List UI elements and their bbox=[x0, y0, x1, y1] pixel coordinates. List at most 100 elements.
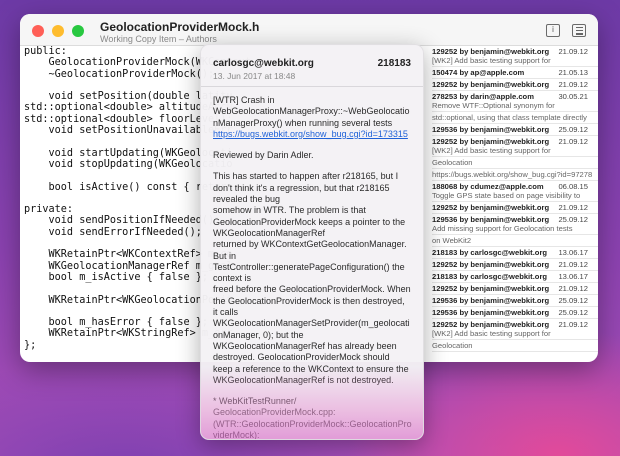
minimize-window-button[interactable] bbox=[52, 25, 64, 37]
log-entry-date: 13.06.17 bbox=[558, 272, 588, 281]
log-entry-message: [WK2] Add basic testing support for bbox=[432, 56, 551, 65]
log-entry-author: 129252 by benjamin@webkit.org bbox=[432, 284, 550, 293]
log-entry-author: 188068 by cdumez@apple.com bbox=[432, 182, 544, 191]
commit-message-line: [WTR] Crash in bbox=[213, 95, 275, 105]
commit-message: [WTR] Crash in WebGeolocationManagerProxy… bbox=[213, 95, 415, 439]
log-entry[interactable]: 129252 by benjamin@webkit.org 21.09.12 [WK… bbox=[432, 46, 598, 67]
commit-message-line: don't think it's a regression, but that … bbox=[213, 182, 390, 193]
log-entry-message: Toggle GPS state based on page visibilit… bbox=[432, 191, 581, 200]
commit-message-line: GeolocationProviderMock.cpp: bbox=[213, 407, 336, 418]
log-entry[interactable]: 129536 by benjamin@webkit.org 25.09.12 bbox=[432, 307, 598, 319]
log-entry[interactable]: 129536 by benjamin@webkit.org 25.09.12 Add… bbox=[432, 214, 598, 235]
log-entry-author: 278253 by darin@apple.com bbox=[432, 92, 534, 101]
maximize-window-button[interactable] bbox=[72, 25, 84, 37]
commit-message-line: * WebKitTestRunner/ bbox=[213, 396, 297, 407]
commit-message-line: it calls bbox=[213, 307, 239, 318]
log-entry-message: Geolocation bbox=[432, 341, 473, 350]
commit-message-line: WKGeolocationManagerRef has already been bbox=[213, 340, 397, 351]
commit-message-line: WKGeolocationManagerSetProvider(m_geoloc… bbox=[213, 318, 410, 329]
log-entry-author: 129252 by benjamin@webkit.org bbox=[432, 80, 550, 89]
log-entry[interactable]: 129252 by benjamin@webkit.org 21.09.12 bbox=[432, 79, 598, 91]
revision-number: 218183 bbox=[377, 58, 411, 69]
window-title: GeolocationProviderMock.h bbox=[100, 20, 260, 34]
log-entry[interactable]: 129252 by benjamin@webkit.org 21.09.12 bbox=[432, 283, 598, 295]
log-entry-date: 21.05.13 bbox=[558, 68, 588, 77]
log-entry[interactable]: https://bugs.webkit.org/show_bug.cgi?id=… bbox=[432, 169, 598, 181]
log-entry[interactable]: 129252 by benjamin@webkit.org 21.09.12 bbox=[432, 202, 598, 214]
log-entry-date: 21.09.12 bbox=[558, 80, 588, 89]
log-entry-date: 06.08.15 bbox=[558, 182, 588, 191]
log-entry[interactable]: 218183 by carlosgc@webkit.org 13.06.17 bbox=[432, 271, 598, 283]
log-entry-message: std::optional, using that class template… bbox=[432, 113, 587, 122]
commit-message-line: https://bugs.webkit.org/show_bug.cgi?id=… bbox=[213, 129, 415, 140]
commit-message-line: But in bbox=[213, 250, 237, 261]
commit-message-line: WKGeolocationManagerRef bbox=[213, 227, 326, 238]
log-entry[interactable]: 150474 by ap@apple.com 21.05.13 bbox=[432, 67, 598, 79]
list-icon[interactable] bbox=[572, 24, 586, 37]
log-entry-date: 21.09.12 bbox=[558, 47, 588, 56]
commit-message-line: WebGeolocationManagerProxy::~WebGeolocat… bbox=[213, 106, 410, 117]
log-entry-message: [WK2] Add basic testing support for bbox=[432, 329, 551, 338]
bug-link[interactable]: https://bugs.webkit.org/show_bug.cgi?id=… bbox=[213, 129, 408, 139]
log-entry-date: 21.09.12 bbox=[558, 203, 588, 212]
commit-message-line: destroyed. GeolocationProviderMock shoul… bbox=[213, 352, 390, 363]
commit-message-line: (WTR::GeolocationProviderMock::Geolocati… bbox=[213, 418, 412, 429]
log-entry[interactable]: on WebKit2 bbox=[432, 235, 598, 247]
log-entry-date: 25.09.12 bbox=[558, 296, 588, 305]
log-entry[interactable]: Geolocation bbox=[432, 340, 598, 352]
log-entry[interactable]: 188068 by cdumez@apple.com 06.08.15 Toggle… bbox=[432, 181, 598, 202]
commit-date: 13. Jun 2017 at 18:48 bbox=[213, 71, 296, 81]
commit-message-line: freed before the GeolocationProviderMock… bbox=[213, 284, 411, 295]
log-entry-author: 129252 by benjamin@webkit.org bbox=[432, 320, 550, 329]
title-bar: GeolocationProviderMock.h Working Copy I… bbox=[20, 14, 598, 46]
log-entry[interactable]: 129252 by benjamin@webkit.org 21.09.12 bbox=[432, 259, 598, 271]
log-entry-author: 218183 by carlosgc@webkit.org bbox=[432, 248, 548, 257]
info-icon[interactable]: i bbox=[546, 24, 560, 37]
commit-message-line: GeolocationProviderMock keeps a pointer … bbox=[213, 216, 406, 227]
log-entry-date: 25.09.12 bbox=[558, 215, 588, 224]
author-email: carlosgc@webkit.org bbox=[213, 58, 314, 69]
popover-header: carlosgc@webkit.org 218183 13. Jun 2017 … bbox=[201, 45, 423, 87]
log-entry[interactable]: 218183 by carlosgc@webkit.org 13.06.17 bbox=[432, 247, 598, 259]
commit-message-line: context is bbox=[213, 273, 252, 284]
log-entry[interactable]: 129536 by benjamin@webkit.org 25.09.12 bbox=[432, 124, 598, 136]
log-entry-message: Add missing support for Geolocation test… bbox=[432, 224, 573, 233]
log-entry[interactable]: Geolocation bbox=[432, 157, 598, 169]
log-entry-message: on WebKit2 bbox=[432, 236, 472, 245]
log-entry-message: Geolocation bbox=[432, 158, 473, 167]
log-entry-author: 218183 by carlosgc@webkit.org bbox=[432, 272, 548, 281]
log-entry-date: 21.09.12 bbox=[558, 284, 588, 293]
log-entry-message: Remove WTF::Optional synonym for bbox=[432, 101, 555, 110]
log-entry-author: 150474 by ap@apple.com bbox=[432, 68, 525, 77]
log-entry-author: 129252 by benjamin@webkit.org bbox=[432, 137, 550, 146]
window-subtitle: Working Copy Item – Authors bbox=[100, 34, 217, 44]
commit-message-line: WKGeolocationManagerRef is not destroyed… bbox=[213, 374, 394, 385]
log-entry[interactable]: 129252 by benjamin@webkit.org 21.09.12 [WK… bbox=[432, 319, 598, 340]
commit-message-line: the GeolocationProviderMock is then dest… bbox=[213, 295, 405, 306]
log-entry-date: 25.09.12 bbox=[558, 308, 588, 317]
close-window-button[interactable] bbox=[32, 25, 44, 37]
commit-popover: carlosgc@webkit.org 218183 13. Jun 2017 … bbox=[200, 44, 424, 440]
log-entry-author: 129536 by benjamin@webkit.org bbox=[432, 308, 550, 317]
log-entry-author: 129536 by benjamin@webkit.org bbox=[432, 125, 550, 134]
log-entry-message: https://bugs.webkit.org/show_bug.cgi?id=… bbox=[432, 170, 593, 179]
log-entry[interactable]: 129252 by benjamin@webkit.org 21.09.12 [WK… bbox=[432, 136, 598, 157]
log-entry[interactable]: 129536 by benjamin@webkit.org 25.09.12 bbox=[432, 295, 598, 307]
log-entry-author: 129252 by benjamin@webkit.org bbox=[432, 260, 550, 269]
commit-message-line: somehow in WTR. The problem is that bbox=[213, 205, 366, 216]
commit-message-line: nManagerProxy() when running several tes… bbox=[213, 117, 393, 128]
commit-message-line: This has started to happen after r218165… bbox=[213, 171, 399, 182]
commit-message-line: Reviewed by Darin Adler. bbox=[213, 150, 314, 161]
log-entry-author: 129252 by benjamin@webkit.org bbox=[432, 47, 550, 56]
commit-message-line: revealed the bug bbox=[213, 194, 281, 205]
log-entry[interactable]: std::optional, using that class template… bbox=[432, 112, 598, 124]
log-entry-author: 129536 by benjamin@webkit.org bbox=[432, 296, 550, 305]
commit-message-line: onManager, 0); but the bbox=[213, 329, 304, 340]
commit-message-line: returned by WKContextGetGeolocationManag… bbox=[213, 239, 407, 250]
commit-message-line: TestController::generatePageConfiguratio… bbox=[213, 261, 405, 272]
log-entry-date: 21.09.12 bbox=[558, 137, 588, 146]
log-entry[interactable]: 278253 by darin@apple.com 30.05.21 Remove … bbox=[432, 91, 598, 112]
log-entry-author: 129252 by benjamin@webkit.org bbox=[432, 203, 550, 212]
